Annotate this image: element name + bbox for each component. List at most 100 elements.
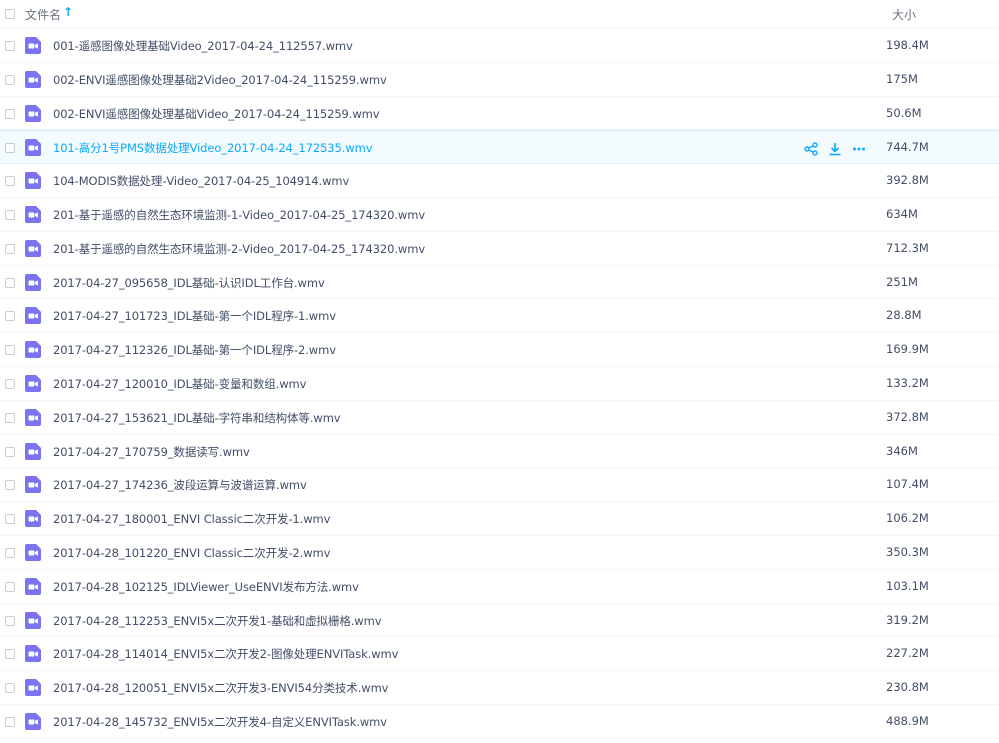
file-name-link[interactable]: 002-ENVI遥感图像处理基础2Video_2017-04-24_115259…	[53, 72, 387, 88]
file-size: 169.9M	[886, 342, 929, 357]
file-name-link[interactable]: 2017-04-28_112253_ENVI5x二次开发1-基础和虚拟栅格.wm…	[53, 613, 382, 629]
file-name-link[interactable]: 2017-04-27_174236_波段运算与波谱运算.wmv	[53, 477, 307, 493]
file-name-link[interactable]: 201-基于遥感的自然生态环境监测-2-Video_2017-04-25_174…	[53, 241, 425, 257]
row-checkbox[interactable]	[5, 480, 15, 491]
row-checkbox[interactable]	[5, 649, 15, 660]
row-checkbox[interactable]	[5, 243, 15, 254]
column-header-size[interactable]: 大小	[892, 6, 916, 23]
file-row[interactable]: 2017-04-28_120051_ENVI5x二次开发3-ENVI54分类技术…	[0, 671, 999, 705]
row-checkbox[interactable]	[5, 277, 15, 288]
row-checkbox[interactable]	[5, 446, 15, 457]
file-name-link[interactable]: 101-高分1号PMS数据处理Video_2017-04-24_172535.w…	[53, 140, 373, 156]
file-size: 350.3M	[886, 544, 929, 559]
row-checkbox[interactable]	[5, 176, 15, 187]
file-size: 346M	[886, 443, 918, 458]
file-name-link[interactable]: 2017-04-27_170759_数据读写.wmv	[53, 444, 250, 460]
arrow-up-icon[interactable]: ↑	[63, 5, 73, 19]
file-name-link[interactable]: 2017-04-27_095658_IDL基础-认识IDL工作台.wmv	[53, 275, 325, 291]
video-file-icon	[25, 645, 41, 663]
video-file-icon	[25, 577, 41, 595]
select-all-checkbox[interactable]	[5, 9, 15, 19]
file-name-link[interactable]: 2017-04-28_102125_IDLViewer_UseENVI发布方法.…	[53, 579, 359, 595]
file-name-link[interactable]: 201-基于遥感的自然生态环境监测-1-Video_2017-04-25_174…	[53, 207, 425, 223]
file-row[interactable]: 2017-04-27_112326_IDL基础-第一个IDL程序-2.wmv 16…	[0, 333, 999, 367]
video-file-icon	[25, 239, 41, 257]
file-row[interactable]: 2017-04-28_112253_ENVI5x二次开发1-基础和虚拟栅格.wm…	[0, 604, 999, 638]
file-row[interactable]: 101-高分1号PMS数据处理Video_2017-04-24_172535.w…	[0, 130, 999, 165]
row-checkbox[interactable]	[5, 108, 15, 119]
file-size: 103.1M	[886, 578, 929, 593]
row-checkbox[interactable]	[5, 716, 15, 727]
file-size: 744.7M	[886, 140, 929, 155]
file-name-link[interactable]: 2017-04-28_114014_ENVI5x二次开发2-图像处理ENVITa…	[53, 646, 398, 662]
file-size: 488.9M	[886, 713, 929, 728]
file-name-link[interactable]: 2017-04-27_153621_IDL基础-字符串和结构体等.wmv	[53, 410, 341, 426]
video-file-icon	[25, 139, 41, 157]
row-checkbox[interactable]	[5, 683, 15, 694]
video-file-icon	[25, 476, 41, 494]
file-list: 001-遥感图像处理基础Video_2017-04-24_112557.wmv 1…	[0, 29, 999, 739]
row-checkbox[interactable]	[5, 378, 15, 389]
file-row[interactable]: 2017-04-28_145732_ENVI5x二次开发4-自定义ENVITas…	[0, 705, 999, 739]
file-size: 198.4M	[886, 38, 929, 52]
file-row[interactable]: 2017-04-27_095658_IDL基础-认识IDL工作台.wmv 251M	[0, 266, 999, 300]
file-size: 251M	[886, 274, 918, 289]
column-header-name[interactable]: 文件名	[25, 6, 61, 23]
list-header: 文件名 ↑ 大小	[0, 0, 999, 29]
row-checkbox[interactable]	[5, 615, 15, 626]
file-name-link[interactable]: 2017-04-27_101723_IDL基础-第一个IDL程序-1.wmv	[53, 308, 336, 324]
file-row[interactable]: 2017-04-28_102125_IDLViewer_UseENVI发布方法.…	[0, 570, 999, 604]
file-name-link[interactable]: 2017-04-27_180001_ENVI Classic二次开发-1.wmv	[53, 511, 330, 527]
file-row[interactable]: 2017-04-28_101220_ENVI Classic二次开发-2.wmv…	[0, 536, 999, 570]
row-checkbox[interactable]	[5, 143, 15, 154]
file-size: 392.8M	[886, 173, 929, 188]
file-row[interactable]: 2017-04-27_101723_IDL基础-第一个IDL程序-1.wmv 28…	[0, 299, 999, 334]
row-checkbox[interactable]	[5, 345, 15, 356]
file-name-link[interactable]: 2017-04-28_120051_ENVI5x二次开发3-ENVI54分类技术…	[53, 680, 388, 696]
file-size: 175M	[886, 71, 918, 86]
file-name-link[interactable]: 2017-04-27_120010_IDL基础-变量和数组.wmv	[53, 376, 306, 392]
row-checkbox[interactable]	[5, 412, 15, 423]
file-row[interactable]: 2017-04-27_153621_IDL基础-字符串和结构体等.wmv 372.…	[0, 401, 999, 435]
file-row[interactable]: 201-基于遥感的自然生态环境监测-2-Video_2017-04-25_174…	[0, 232, 999, 266]
file-row[interactable]: 001-遥感图像处理基础Video_2017-04-24_112557.wmv 1…	[0, 29, 999, 63]
file-size: 634M	[886, 206, 918, 221]
file-row[interactable]: 002-ENVI遥感图像处理基础2Video_2017-04-24_115259…	[0, 63, 999, 97]
file-row[interactable]: 002-ENVI遥感图像处理基础Video_2017-04-24_115259.…	[0, 97, 999, 131]
video-file-icon	[25, 172, 41, 190]
video-file-icon	[25, 273, 41, 291]
file-name-link[interactable]: 2017-04-28_145732_ENVI5x二次开发4-自定义ENVITas…	[53, 714, 387, 730]
video-file-icon	[25, 374, 41, 392]
row-checkbox[interactable]	[5, 209, 15, 220]
row-checkbox[interactable]	[5, 547, 15, 558]
file-name-link[interactable]: 2017-04-27_112326_IDL基础-第一个IDL程序-2.wmv	[53, 342, 336, 358]
file-size: 230.8M	[886, 680, 929, 695]
file-row[interactable]: 2017-04-27_174236_波段运算与波谱运算.wmv 107.4M	[0, 468, 999, 503]
row-checkbox[interactable]	[5, 514, 15, 525]
file-name-link[interactable]: 002-ENVI遥感图像处理基础Video_2017-04-24_115259.…	[53, 106, 380, 122]
row-checkbox[interactable]	[5, 311, 15, 322]
file-size: 712.3M	[886, 240, 929, 255]
file-name-link[interactable]: 2017-04-28_101220_ENVI Classic二次开发-2.wmv	[53, 545, 330, 561]
file-row[interactable]: 201-基于遥感的自然生态环境监测-1-Video_2017-04-25_174…	[0, 198, 999, 232]
row-checkbox[interactable]	[5, 41, 15, 51]
more-icon[interactable]	[852, 141, 866, 155]
file-size: 227.2M	[886, 646, 929, 661]
video-file-icon	[25, 679, 41, 697]
row-checkbox[interactable]	[5, 74, 15, 85]
video-file-icon	[25, 341, 41, 359]
download-icon[interactable]	[828, 141, 842, 156]
row-checkbox[interactable]	[5, 581, 15, 592]
file-row[interactable]: 2017-04-28_114014_ENVI5x二次开发2-图像处理ENVITa…	[0, 637, 999, 672]
file-row[interactable]: 2017-04-27_170759_数据读写.wmv 346M	[0, 435, 999, 469]
file-row[interactable]: 2017-04-27_120010_IDL基础-变量和数组.wmv 133.2M	[0, 367, 999, 401]
video-file-icon	[25, 205, 41, 223]
file-row[interactable]: 2017-04-27_180001_ENVI Classic二次开发-1.wmv…	[0, 502, 999, 536]
file-size: 50.6M	[886, 105, 922, 120]
file-row[interactable]: 104-MODIS数据处理-Video_2017-04-25_104914.wm…	[0, 164, 999, 198]
file-size: 28.8M	[886, 308, 922, 323]
share-icon[interactable]	[804, 141, 818, 157]
video-file-icon	[25, 510, 41, 528]
file-name-link[interactable]: 104-MODIS数据处理-Video_2017-04-25_104914.wm…	[53, 173, 349, 189]
file-name-link[interactable]: 001-遥感图像处理基础Video_2017-04-24_112557.wmv	[53, 38, 353, 54]
